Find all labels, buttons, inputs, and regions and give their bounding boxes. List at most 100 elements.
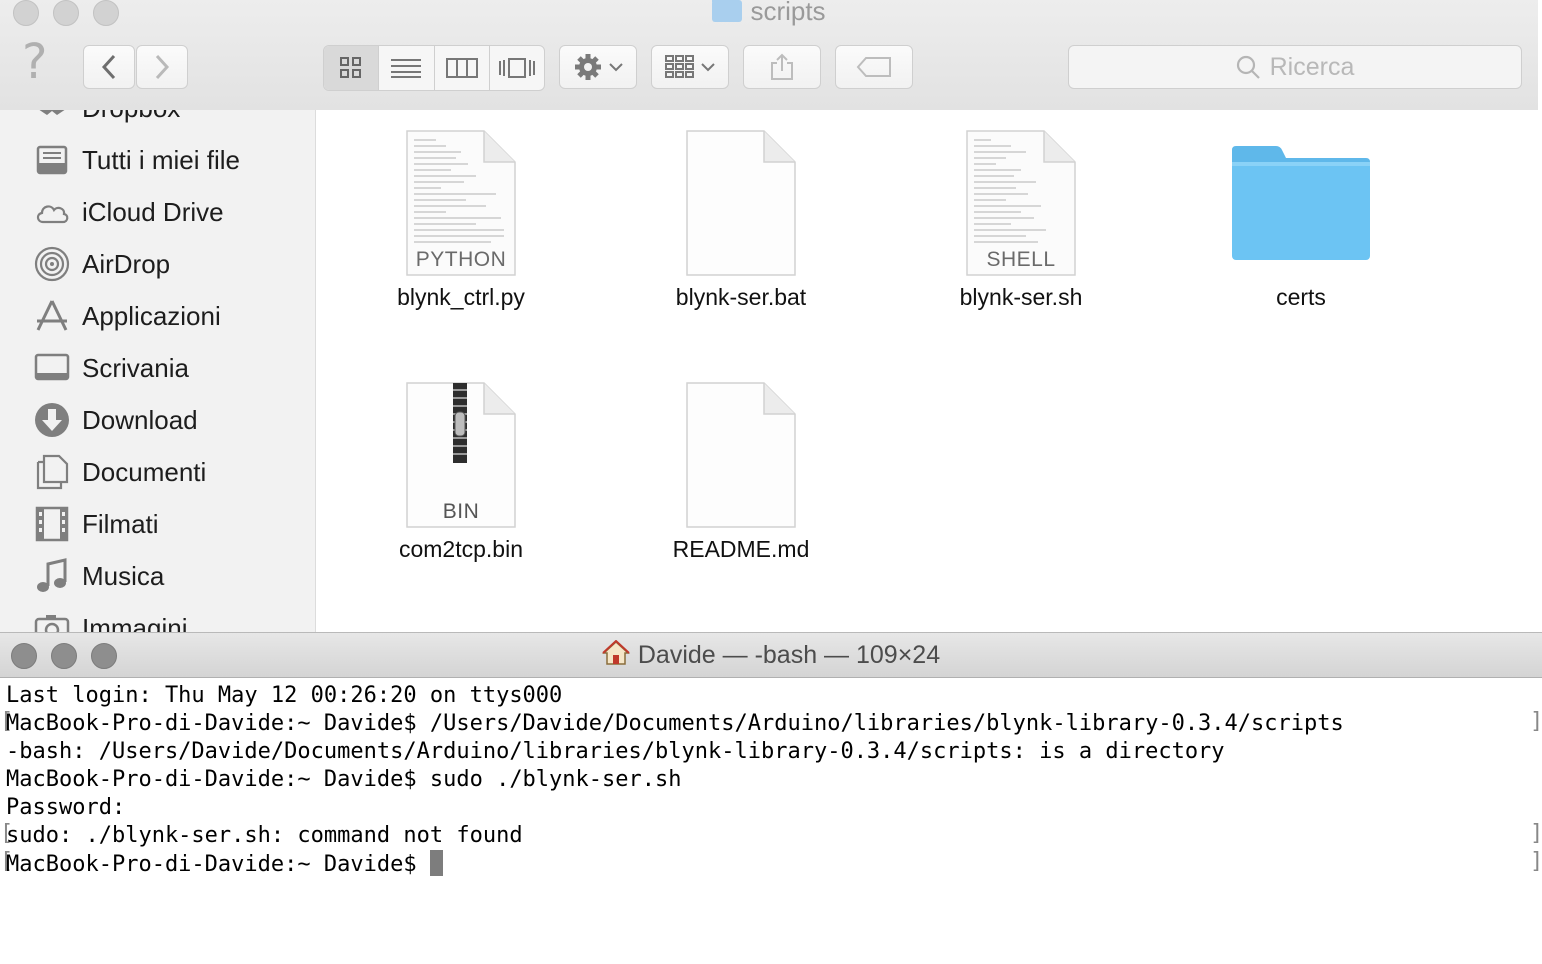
sidebar-item-label: Documenti xyxy=(82,456,207,487)
sidebar-item-desktop[interactable]: Scrivania xyxy=(32,348,189,388)
terminal-line: MacBook-Pro-di-Davide:~ Davide$ /Users/D… xyxy=(6,711,1344,736)
sidebar-item-label: AirDrop xyxy=(82,248,171,279)
cover-flow-button[interactable] xyxy=(490,46,544,90)
gear-icon xyxy=(575,54,601,80)
sidebar-item-label: Applicazioni xyxy=(82,300,221,331)
file-item[interactable]: PYTHON blynk_ctrl.py xyxy=(341,130,581,311)
search-field[interactable]: Ricerca xyxy=(1068,45,1522,89)
sidebar-item-icloud[interactable]: iCloud Drive xyxy=(32,192,224,232)
sidebar-item-pictures[interactable]: Immagini xyxy=(32,608,187,632)
sidebar-item-airdrop[interactable]: AirDrop xyxy=(32,244,170,284)
list-icon xyxy=(391,59,422,78)
terminal-prompt: MacBook-Pro-di-Davide:~ Davide$ xyxy=(6,852,430,877)
terminal-title-text: Davide — -bash — 109×24 xyxy=(637,641,941,669)
file-name: blynk-ser.sh xyxy=(959,284,1083,310)
arrange-grid-icon xyxy=(665,55,694,78)
cover-flow-icon xyxy=(498,58,535,78)
forward-button[interactable] xyxy=(136,45,188,89)
file-name: blynk_ctrl.py xyxy=(397,284,525,310)
file-name: blynk-ser.bat xyxy=(675,284,807,310)
terminal-output[interactable]: Last login: Thu May 12 00:26:20 on ttys0… xyxy=(6,682,1344,879)
file-name: com2tcp.bin xyxy=(398,536,523,562)
chevron-left-icon xyxy=(101,54,116,80)
sidebar-item-all-files[interactable]: Tutti i miei file xyxy=(32,140,240,180)
dropbox-icon xyxy=(32,110,72,128)
folder-icon xyxy=(1228,130,1374,276)
python-file-icon: PYTHON xyxy=(406,130,516,276)
action-menu-button[interactable] xyxy=(559,45,637,89)
search-placeholder: Ricerca xyxy=(1269,52,1355,81)
applications-icon xyxy=(32,296,72,336)
download-icon xyxy=(32,400,72,440)
window-title-text: scripts xyxy=(750,0,826,26)
columns-icon xyxy=(445,58,478,78)
file-kind-tag: BIN xyxy=(442,500,480,523)
line-marker: ] xyxy=(1530,821,1542,846)
all-files-icon xyxy=(32,140,72,180)
file-grid: PYTHON blynk_ctrl.py blynk-ser.bat SHELL… xyxy=(316,110,1538,632)
arrange-menu-button[interactable] xyxy=(651,45,729,89)
terminal-title: Davide — -bash — 109×24 xyxy=(0,639,1542,670)
icon-view-button[interactable] xyxy=(324,46,380,90)
sidebar-item-label: Download xyxy=(82,404,198,435)
sidebar-item-dropbox[interactable]: Dropbox xyxy=(32,110,180,128)
blank-document-icon xyxy=(686,382,796,528)
sidebar-item-movies[interactable]: Filmati xyxy=(32,504,159,544)
help-icon[interactable]: ? xyxy=(22,38,47,86)
folder-icon xyxy=(712,0,743,22)
file-item[interactable]: BIN com2tcp.bin xyxy=(341,382,581,563)
music-icon xyxy=(32,556,72,596)
file-item[interactable]: blynk-ser.bat xyxy=(621,130,861,311)
file-item[interactable]: SHELL blynk-ser.sh xyxy=(901,130,1141,311)
cloud-icon xyxy=(32,192,72,232)
text-cursor xyxy=(429,850,443,876)
window-title: scripts xyxy=(0,0,1538,27)
finder-window: scripts ? Ricerca Tutti i miei file iClo… xyxy=(0,0,1538,632)
blank-document-icon xyxy=(686,130,796,276)
sidebar-item-label: iCloud Drive xyxy=(82,196,224,227)
share-button[interactable] xyxy=(743,45,821,89)
chevron-down-icon xyxy=(609,63,623,72)
file-item[interactable]: README.md xyxy=(621,382,861,563)
file-kind-tag: SHELL xyxy=(986,248,1056,271)
sidebar-item-applications[interactable]: Applicazioni xyxy=(32,296,221,336)
line-marker: ] xyxy=(1530,709,1542,734)
folder-item[interactable]: certs xyxy=(1181,130,1421,311)
shell-script-icon: SHELL xyxy=(966,130,1076,276)
column-view-button[interactable] xyxy=(435,46,490,90)
documents-icon xyxy=(32,452,72,492)
sidebar-item-label: Musica xyxy=(82,560,165,591)
back-button[interactable] xyxy=(83,45,135,89)
search-icon xyxy=(1236,55,1260,79)
terminal-line: Password: xyxy=(6,795,126,820)
desktop-icon xyxy=(32,348,72,388)
pictures-icon xyxy=(32,608,72,632)
sidebar-item-music[interactable]: Musica xyxy=(32,556,164,596)
file-name: certs xyxy=(1276,284,1326,310)
terminal-line: -bash: /Users/Davide/Documents/Arduino/l… xyxy=(6,739,1225,764)
terminal-titlebar: Davide — -bash — 109×24 xyxy=(0,632,1542,678)
archive-file-icon: BIN xyxy=(406,382,516,528)
terminal-line: sudo: ./blynk-ser.sh: command not found xyxy=(6,823,523,848)
sidebar-item-download[interactable]: Download xyxy=(32,400,198,440)
file-kind-tag: PYTHON xyxy=(415,248,507,271)
sidebar-item-label: Tutti i miei file xyxy=(82,144,240,175)
tag-icon xyxy=(856,57,891,77)
sidebar-item-label: Immagini xyxy=(82,612,188,633)
terminal-line: MacBook-Pro-di-Davide:~ Davide$ sudo ./b… xyxy=(6,767,682,792)
view-mode-selector xyxy=(323,45,545,91)
terminal-line: Last login: Thu May 12 00:26:20 on ttys0… xyxy=(6,683,563,708)
sidebar-item-label: Filmati xyxy=(82,508,159,539)
sidebar-item-label: Dropbox xyxy=(82,110,180,124)
grid-icon xyxy=(340,57,362,78)
movies-icon xyxy=(32,504,72,544)
sidebar-item-documents[interactable]: Documenti xyxy=(32,452,206,492)
share-icon xyxy=(771,53,793,80)
home-icon xyxy=(601,639,630,665)
chevron-right-icon xyxy=(155,54,170,80)
list-view-button[interactable] xyxy=(379,46,435,90)
chevron-down-icon xyxy=(701,63,715,72)
finder-toolbar: scripts ? Ricerca xyxy=(0,0,1538,111)
sidebar-item-label: Scrivania xyxy=(82,352,189,383)
tags-button[interactable] xyxy=(835,45,913,89)
